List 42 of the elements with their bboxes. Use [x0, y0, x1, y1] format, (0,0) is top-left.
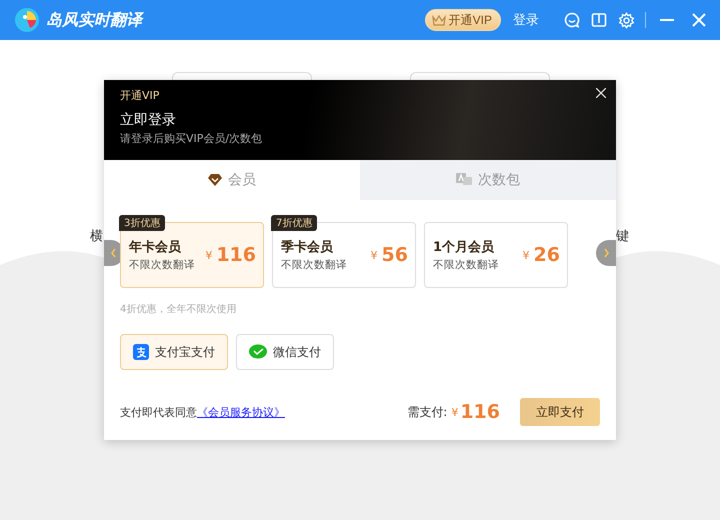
- vip-button[interactable]: 开通VIP: [424, 9, 501, 31]
- parrot-logo-icon: [14, 7, 40, 33]
- plan-description: 不限次数翻译: [129, 258, 196, 272]
- plan-name: 1个月会员: [433, 239, 496, 256]
- plan-card[interactable]: 1个月会员 不限次数翻译 ¥ 26: [424, 222, 568, 288]
- wechat-icon: [249, 344, 267, 360]
- agreement-text: 支付即代表同意《会员服务协议》: [120, 404, 285, 420]
- alipay-icon: [133, 344, 149, 360]
- book-icon[interactable]: [591, 12, 607, 28]
- plan-price: 116: [216, 244, 256, 266]
- diamond-icon: [208, 174, 222, 186]
- modal-subtitle: 请登录后购买VIP会员/次数包: [120, 131, 264, 146]
- currency-symbol: ¥: [370, 248, 378, 262]
- app-title: 岛风实时翻译: [46, 10, 142, 30]
- total-amount: 116: [460, 401, 500, 423]
- background-text: 横: [90, 228, 103, 245]
- next-arrow-icon[interactable]: [596, 240, 616, 266]
- plan-note: 4折优惠，全年不限次使用: [120, 302, 238, 316]
- plan-description: 不限次数翻译: [281, 258, 348, 272]
- discount-tag: 7折优惠: [271, 215, 318, 231]
- currency-symbol: ¥: [451, 406, 458, 418]
- plan-description: 不限次数翻译: [433, 258, 500, 272]
- crown-icon: [432, 14, 446, 26]
- total-label: 需支付:: [407, 404, 448, 420]
- payment-option[interactable]: 支付宝支付: [120, 334, 228, 370]
- discount-tag: 3折优惠: [119, 215, 166, 231]
- chat-icon[interactable]: [564, 12, 580, 28]
- settings-icon[interactable]: [618, 12, 635, 28]
- close-icon[interactable]: [596, 88, 606, 98]
- modal-caption: 开通VIP: [120, 88, 160, 103]
- payment-option[interactable]: 微信支付: [236, 334, 334, 370]
- background-text: 键: [616, 228, 629, 245]
- plan-name: 年卡会员: [129, 239, 182, 256]
- plan-name: 季卡会员: [281, 238, 334, 256]
- currency-symbol: ¥: [205, 248, 212, 262]
- modal-heading: 立即登录: [120, 111, 177, 129]
- translate-icon: [456, 173, 472, 187]
- currency-symbol: ¥: [522, 248, 530, 262]
- agreement-link[interactable]: 《会员服务协议》: [197, 406, 285, 418]
- plan-price: 26: [534, 244, 560, 266]
- plan-price: 56: [382, 244, 408, 266]
- pay-button[interactable]: 立即支付: [520, 398, 600, 426]
